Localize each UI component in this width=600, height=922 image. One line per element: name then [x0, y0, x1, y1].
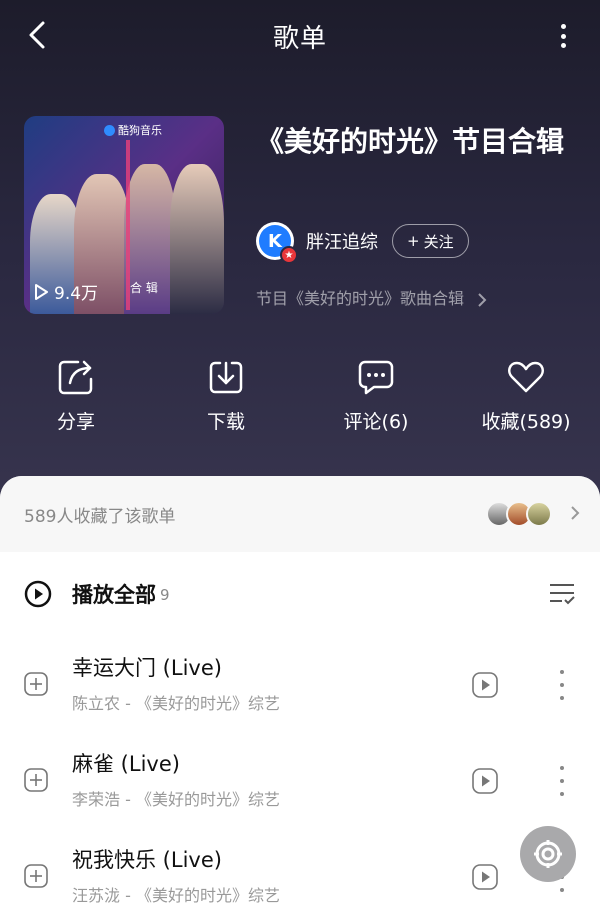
dot	[560, 766, 564, 770]
dot	[560, 792, 564, 796]
user-avatar	[526, 501, 552, 527]
song-count: 9	[160, 586, 170, 604]
favorite-label: 收藏(589)	[481, 411, 571, 433]
song-more-button[interactable]	[556, 670, 568, 700]
favorite-button[interactable]: 收藏(589)	[466, 355, 586, 434]
cover-person	[170, 164, 224, 314]
floating-assistant-button[interactable]	[520, 826, 576, 882]
playlist-title: 《美好的时光》节目合辑	[256, 125, 565, 158]
download-label: 下载	[206, 411, 245, 433]
mv-play-icon[interactable]	[472, 864, 498, 890]
song-title: 祝我快乐 (Live)	[72, 848, 222, 872]
cover-brand: 酷狗音乐	[104, 122, 162, 138]
dot	[560, 33, 566, 39]
add-square-icon[interactable]	[24, 768, 48, 792]
song-title: 麻雀 (Live)	[72, 752, 180, 776]
owner-avatar[interactable]: K ★	[256, 222, 298, 264]
play-all-row[interactable]: 播放全部 9	[0, 574, 600, 614]
add-square-icon[interactable]	[24, 864, 48, 888]
owner-row: K ★ 胖汪追综 + 关注	[256, 222, 469, 264]
song-subtitle: 李荣浩 - 《美好的时光》综艺	[72, 790, 280, 809]
song-subtitle: 陈立农 - 《美好的时光》综艺	[72, 694, 280, 713]
cover-subtitle: 合 辑	[130, 281, 158, 295]
follow-label: 关注	[423, 232, 454, 251]
top-bar: 歌单	[0, 0, 600, 72]
dot	[560, 779, 564, 783]
song-more-button[interactable]	[556, 766, 568, 796]
playlist-description[interactable]: 节目《美好的时光》歌曲合辑	[256, 285, 487, 309]
heart-icon	[508, 361, 544, 393]
target-icon	[534, 840, 562, 868]
share-icon	[58, 360, 93, 395]
comment-icon	[358, 360, 394, 395]
dot	[560, 888, 564, 892]
play-all-label: 播放全部	[72, 583, 156, 607]
dot	[560, 696, 564, 700]
play-outline-icon	[35, 283, 48, 300]
mv-play-icon[interactable]	[472, 768, 498, 794]
plus-icon: +	[407, 232, 420, 250]
play-count: 9.4万	[54, 284, 99, 304]
description-text: 节目《美好的时光》歌曲合辑	[256, 289, 465, 308]
song-list-panel: 589人收藏了该歌单 播放全部 9 幸运大门 (Live) 陈立农 - 《美好的…	[0, 476, 600, 922]
dot	[560, 43, 566, 48]
comment-button[interactable]: 评论(6)	[316, 355, 436, 434]
song-subtitle: 汪苏泷 - 《美好的时光》综艺	[72, 886, 280, 905]
action-bar: 分享 下载 评论(6) 收藏(589)	[0, 355, 600, 445]
chevron-right-icon	[571, 506, 580, 520]
multi-select-icon[interactable]	[548, 580, 576, 608]
comment-label: 评论(6)	[343, 411, 409, 433]
song-row[interactable]: 幸运大门 (Live) 陈立农 - 《美好的时光》综艺	[0, 640, 600, 736]
dot	[560, 683, 564, 687]
page-title: 歌单	[272, 24, 327, 54]
song-row[interactable]: 麻雀 (Live) 李荣浩 - 《美好的时光》综艺	[0, 736, 600, 832]
cover-play-count: 9.4万	[34, 279, 98, 304]
download-button[interactable]: 下载	[166, 355, 286, 434]
more-options-button[interactable]	[550, 20, 576, 52]
favorite-users	[486, 501, 552, 527]
playlist-cover[interactable]: 酷狗音乐 9.4万 合 辑	[24, 116, 224, 314]
mv-play-icon[interactable]	[472, 672, 498, 698]
dot	[560, 24, 566, 29]
play-circle-icon	[24, 580, 52, 608]
owner-name[interactable]: 胖汪追综	[306, 228, 378, 254]
share-button[interactable]: 分享	[16, 355, 136, 434]
share-label: 分享	[56, 411, 95, 433]
favorites-text: 589人收藏了该歌单	[24, 506, 176, 527]
favorites-row[interactable]: 589人收藏了该歌单	[0, 476, 600, 552]
follow-button[interactable]: + 关注	[392, 224, 469, 258]
verified-star-icon: ★	[280, 246, 298, 264]
cover-brand-label: 酷狗音乐	[118, 124, 162, 137]
dot	[560, 670, 564, 674]
song-row[interactable]: 祝我快乐 (Live) 汪苏泷 - 《美好的时光》综艺	[0, 832, 600, 922]
download-icon	[209, 361, 243, 394]
add-square-icon[interactable]	[24, 672, 48, 696]
chevron-right-icon	[478, 292, 487, 307]
song-title: 幸运大门 (Live)	[72, 656, 222, 680]
kugou-logo-icon	[104, 124, 115, 136]
